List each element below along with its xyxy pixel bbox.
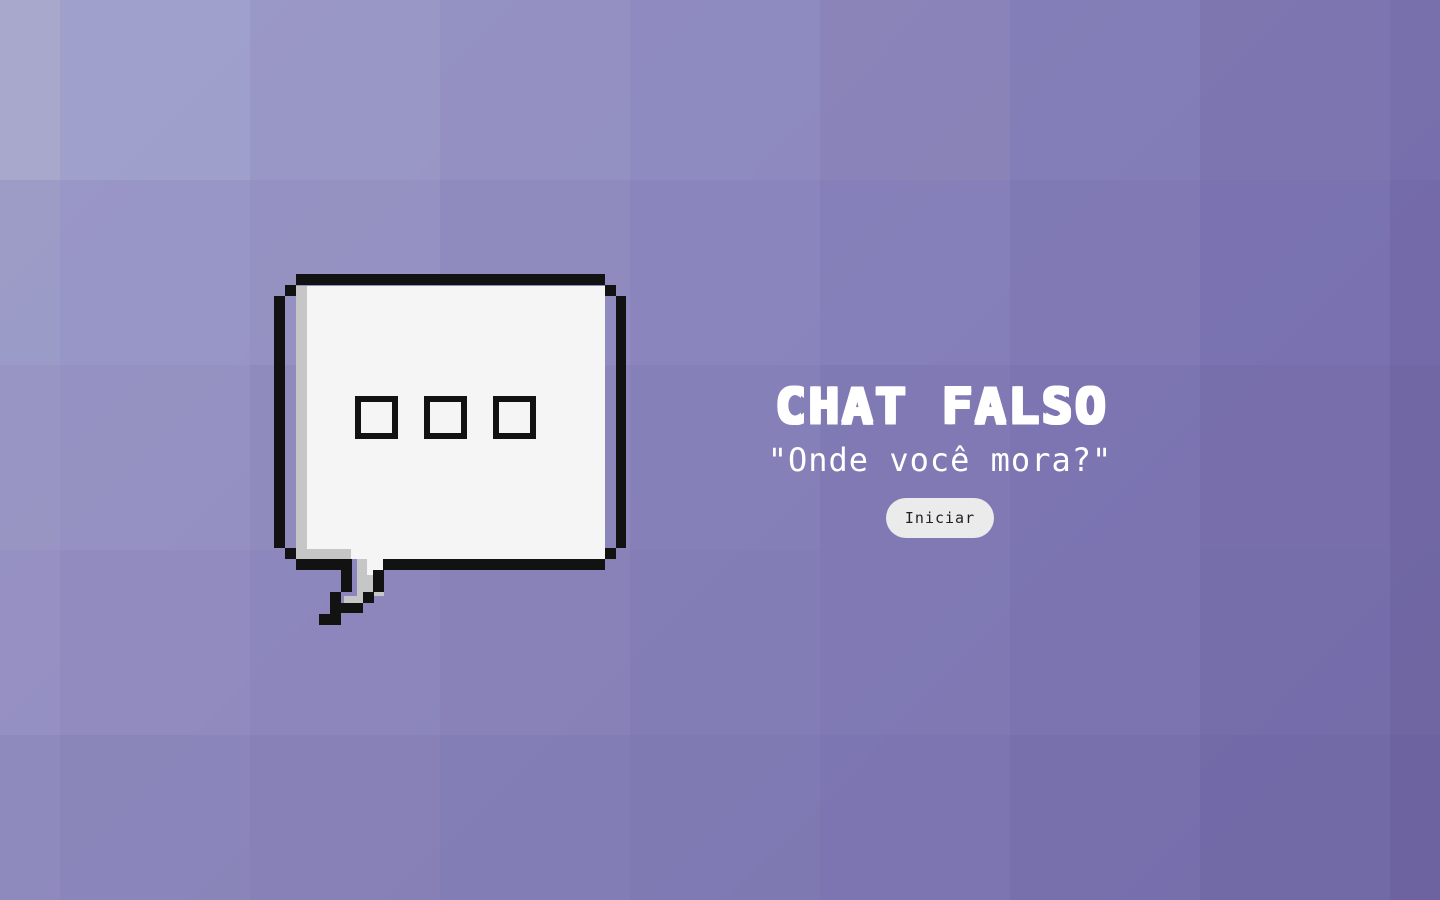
bubble-body (307, 286, 605, 575)
mosaic-tile (440, 735, 630, 900)
mosaic-tile (1200, 0, 1390, 180)
mosaic-tile (630, 735, 820, 900)
mosaic-tile (0, 550, 60, 735)
mosaic-tile (1390, 550, 1440, 735)
mosaic-tile (1200, 735, 1390, 900)
mosaic-tile (1010, 550, 1200, 735)
start-button[interactable]: Iniciar (886, 498, 994, 538)
mosaic-tile (1010, 0, 1200, 180)
mosaic-tile (820, 180, 1010, 365)
mosaic-tile (1200, 550, 1390, 735)
mosaic-tile (60, 365, 250, 550)
mosaic-tile (1010, 180, 1200, 365)
mosaic-tile (630, 0, 820, 180)
app-subtitle: "Onde você mora?" (767, 441, 1113, 479)
mosaic-tile (630, 550, 820, 735)
mosaic-tile (1390, 0, 1440, 180)
hero-title-block: CHAT FALSO "Onde você mora?" Iniciar (700, 378, 1180, 538)
mosaic-tile (60, 550, 250, 735)
mosaic-tile (1390, 180, 1440, 365)
mosaic-tile (820, 735, 1010, 900)
mosaic-tile (0, 365, 60, 550)
mosaic-tile (630, 180, 820, 365)
mosaic-tile (1390, 365, 1440, 550)
mosaic-tile (60, 735, 250, 900)
mosaic-tile (440, 0, 630, 180)
mosaic-tile (1200, 365, 1390, 550)
mosaic-tile (250, 735, 440, 900)
mosaic-tile (250, 0, 440, 180)
mosaic-tile (820, 550, 1010, 735)
mosaic-tile (0, 0, 60, 180)
mosaic-tile (0, 735, 60, 900)
mosaic-tile (1200, 180, 1390, 365)
mosaic-tile (1390, 735, 1440, 900)
mosaic-tile (1010, 735, 1200, 900)
app-title: CHAT FALSO (773, 378, 1107, 434)
mosaic-tile (0, 180, 60, 365)
mosaic-tile (820, 0, 1010, 180)
mosaic-tile (60, 180, 250, 365)
mosaic-tile (60, 0, 250, 180)
chat-bubble-icon (274, 274, 626, 626)
